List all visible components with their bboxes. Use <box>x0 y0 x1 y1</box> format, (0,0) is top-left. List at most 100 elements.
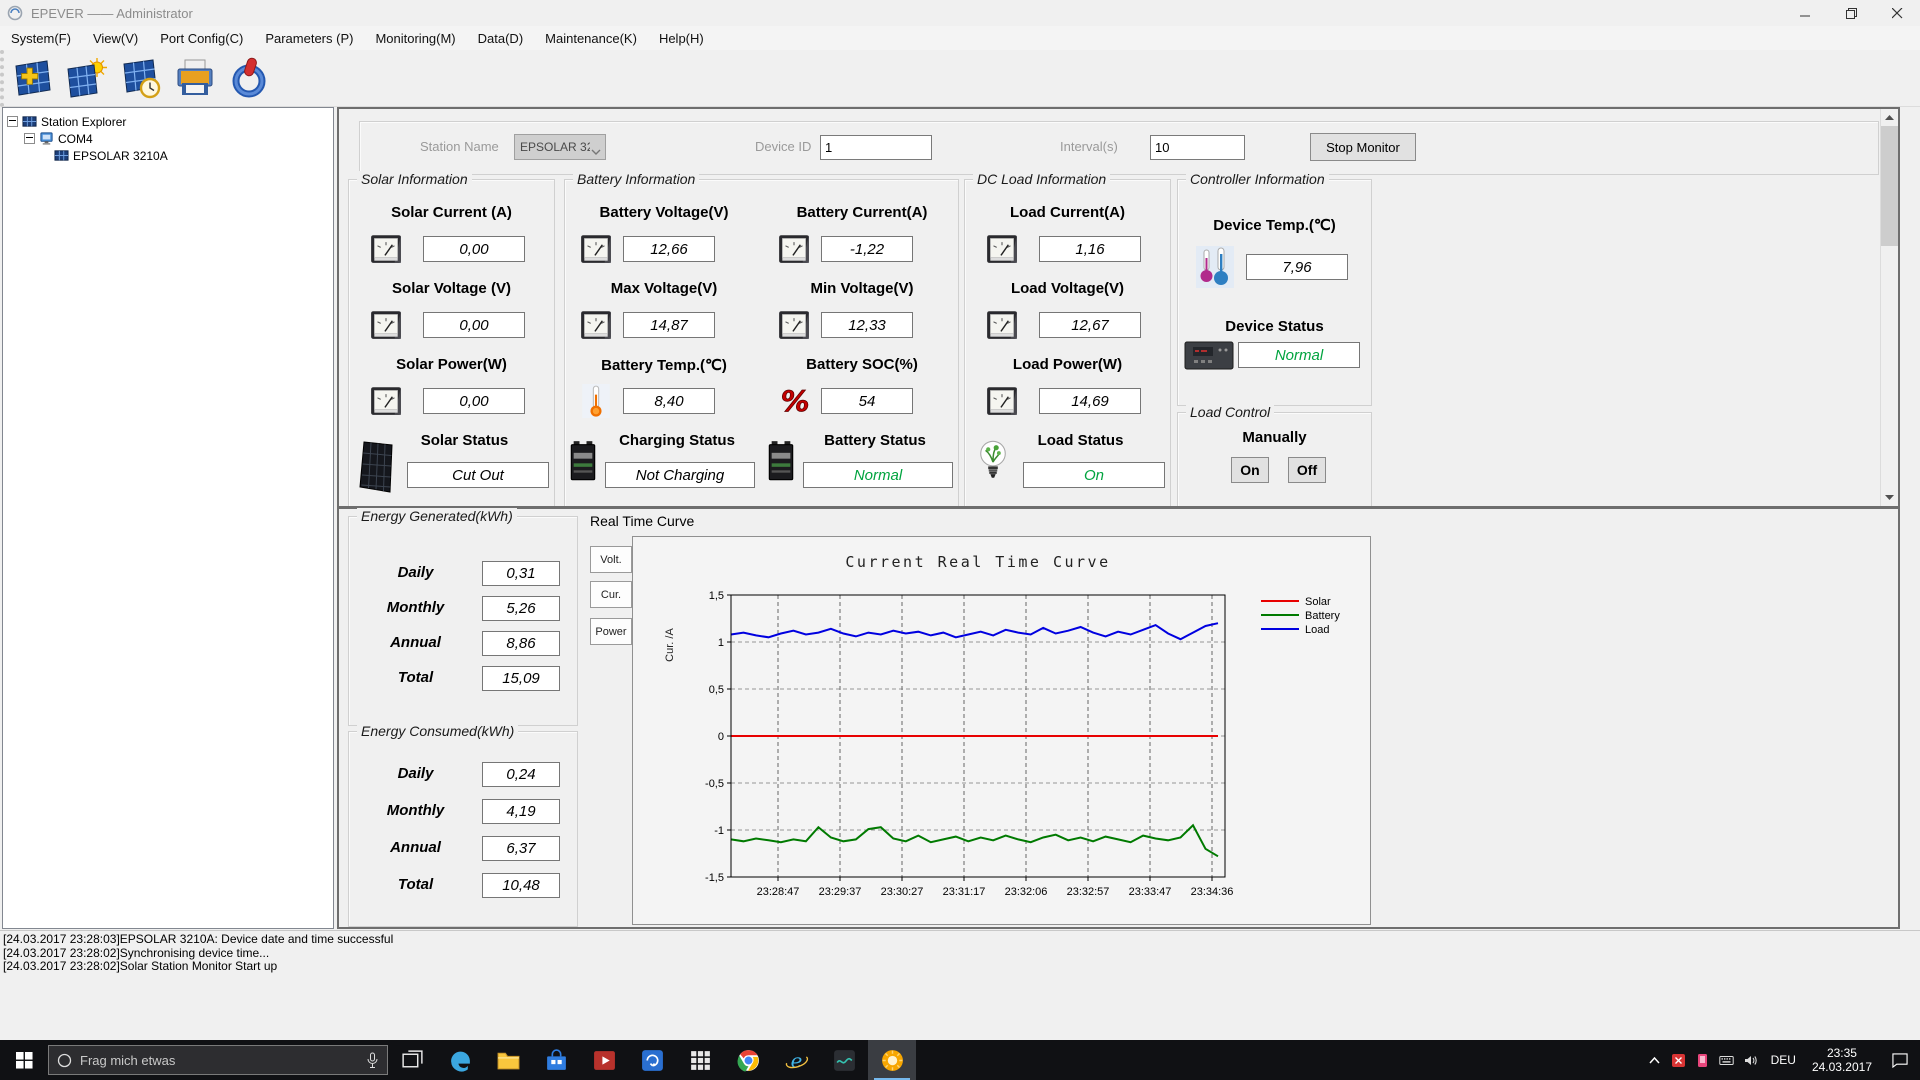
battery-icon <box>767 438 795 484</box>
tray-hidden-icons-chevron[interactable] <box>1643 1040 1667 1080</box>
energy-consumed-monthly-value: 4,19 <box>482 799 560 824</box>
stop-monitor-button[interactable]: Stop Monitor <box>1310 133 1416 161</box>
load-on-button[interactable]: On <box>1231 457 1269 483</box>
y-tick-label: -1 <box>714 825 724 837</box>
meter-icon <box>369 384 403 418</box>
meter-icon <box>369 232 403 266</box>
curve-tab-volt[interactable]: Volt. <box>590 546 632 573</box>
language-indicator[interactable]: DEU <box>1763 1053 1804 1067</box>
solar-voltage-v-label: Solar Voltage (V) <box>392 280 511 297</box>
dual-thermometer-icon <box>1196 246 1234 288</box>
tray-volume[interactable] <box>1739 1040 1763 1080</box>
legend-label-load: Load <box>1305 624 1329 636</box>
minimize-button[interactable] <box>1782 0 1828 26</box>
x-tick-label: 23:32:57 <box>1067 886 1110 898</box>
load-control-title: Load Control <box>1186 404 1275 420</box>
energy-generated-daily-value: 0,31 <box>482 561 560 586</box>
add-station-button[interactable] <box>8 53 58 103</box>
menu-item-data[interactable]: Data(D) <box>467 27 535 50</box>
titlebar: EPEVER —— Administrator <box>0 0 1920 26</box>
meter-icon <box>985 232 1019 266</box>
load-status-label: Load Status <box>1037 432 1124 449</box>
scrollbar-thumb[interactable] <box>1881 126 1898 246</box>
solar-current-a-value: 0,00 <box>423 236 525 262</box>
taskbar-app-edge[interactable] <box>436 1040 484 1080</box>
chrome-icon <box>736 1048 761 1073</box>
ie-icon: e <box>784 1048 809 1073</box>
microphone-icon[interactable] <box>366 1052 379 1069</box>
energy-generated-annual-value: 8,86 <box>482 631 560 656</box>
curve-tab-cur[interactable]: Cur. <box>590 581 632 608</box>
energy-consumed-total-value: 10,48 <box>482 873 560 898</box>
tray-tray-red-app[interactable] <box>1667 1040 1691 1080</box>
tree-item-station-explorer[interactable]: Station Explorer <box>3 113 333 130</box>
clock[interactable]: 23:35 24.03.2017 <box>1804 1046 1880 1074</box>
taskbar-app-movies-app[interactable] <box>580 1040 628 1080</box>
cortana-icon <box>57 1053 72 1068</box>
taskbar-app-blue-app[interactable] <box>628 1040 676 1080</box>
load-off-button[interactable]: Off <box>1288 457 1326 483</box>
taskbar-app-grid-app[interactable] <box>676 1040 724 1080</box>
charging-status-value: Not Charging <box>605 462 755 488</box>
taskbar-app-file-explorer[interactable] <box>484 1040 532 1080</box>
start-button[interactable] <box>0 1040 48 1080</box>
meter-icon <box>985 384 1019 418</box>
menu-item-help[interactable]: Help(H) <box>648 27 715 50</box>
tree-expander[interactable] <box>24 133 35 144</box>
bulb-icon <box>977 438 1009 482</box>
menu-item-maintenance[interactable]: Maintenance(K) <box>534 27 648 50</box>
print-button[interactable] <box>170 53 220 103</box>
scroll-down-button[interactable] <box>1881 489 1898 506</box>
energy-generated-panel: Energy Generated(kWh) Daily 0,31 Monthly 5,… <box>348 508 578 726</box>
solar-voltage-v-value: 0,00 <box>423 312 525 338</box>
battery-status-label: Battery Status <box>824 432 926 449</box>
taskbar-app-internet-explorer[interactable]: e <box>772 1040 820 1080</box>
panel-clock-icon <box>120 57 162 99</box>
min-voltage-v-value: 12,33 <box>821 312 913 338</box>
menu-item-port-config[interactable]: Port Config(C) <box>149 27 254 50</box>
battery-voltage-v-value: 12,66 <box>623 236 715 262</box>
menu-item-parameters[interactable]: Parameters (P) <box>254 27 364 50</box>
tree-expander[interactable] <box>7 116 18 127</box>
station-monitor-button[interactable] <box>62 53 112 103</box>
interval-input[interactable] <box>1150 135 1245 160</box>
exit-button[interactable] <box>224 53 274 103</box>
menu-item-view[interactable]: View(V) <box>82 27 149 50</box>
x-tick-label: 23:32:06 <box>1005 886 1048 898</box>
device-status-label: Device Status <box>1225 318 1324 335</box>
x-tick-label: 23:34:36 <box>1191 886 1234 898</box>
tray-touch-keyboard[interactable] <box>1715 1040 1739 1080</box>
tree-item-label: COM4 <box>58 131 93 146</box>
panel-add-icon <box>12 57 54 99</box>
energy-generated-daily-label: Daily <box>397 564 434 581</box>
tree-item-com4[interactable]: COM4 <box>3 130 333 147</box>
x-tick-label: 23:33:47 <box>1129 886 1172 898</box>
vertical-scrollbar[interactable] <box>1880 109 1898 506</box>
taskbar: Frag mich etwas e DEU 23:35 24.03.2017 <box>0 1040 1920 1080</box>
device-id-input[interactable] <box>820 135 932 160</box>
device-temp-label: Device Temp.(℃) <box>1213 217 1336 234</box>
menu-item-system[interactable]: System(F) <box>0 27 82 50</box>
taskbar-app-store[interactable] <box>532 1040 580 1080</box>
tray-tray-pink-app[interactable] <box>1691 1040 1715 1080</box>
toolbar <box>0 50 1920 107</box>
device-time-button[interactable] <box>116 53 166 103</box>
taskbar-app-dark-app[interactable] <box>820 1040 868 1080</box>
curve-tab-power[interactable]: Power <box>590 618 632 645</box>
action-center-button[interactable] <box>1880 1040 1920 1080</box>
load-power-w-label: Load Power(W) <box>1012 356 1123 373</box>
restore-button[interactable] <box>1828 0 1874 26</box>
real-time-curve-heading: Real Time Curve <box>590 513 695 529</box>
taskbar-app-chrome[interactable] <box>724 1040 772 1080</box>
tree-item-epsolar-3210a[interactable]: EPSOLAR 3210A <box>3 147 333 164</box>
taskbar-app-task-view[interactable] <box>388 1040 436 1080</box>
scroll-up-button[interactable] <box>1881 109 1898 126</box>
taskbar-search-input[interactable]: Frag mich etwas <box>48 1045 388 1075</box>
taskbar-app-epever-monitor[interactable] <box>868 1040 916 1080</box>
controller-information-panel: Controller Information Device Temp.(℃) 7… <box>1177 171 1372 406</box>
menu-item-monitoring[interactable]: Monitoring(M) <box>364 27 466 50</box>
epever-icon <box>880 1048 905 1073</box>
com-port-icon <box>39 131 54 146</box>
station-name-dropdown[interactable]: EPSOLAR 321 <box>514 134 606 160</box>
close-button[interactable] <box>1874 0 1920 26</box>
